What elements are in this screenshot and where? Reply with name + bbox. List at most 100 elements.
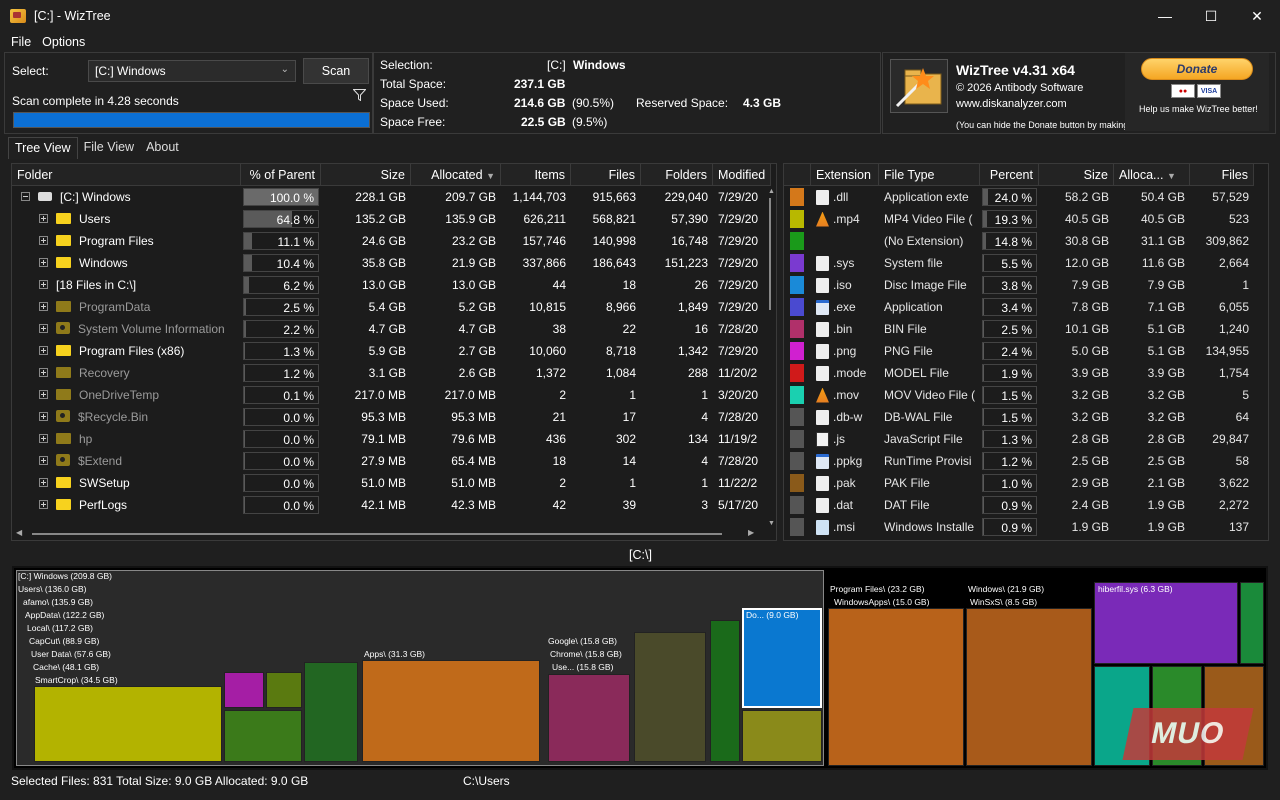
col-items[interactable]: Items [501,164,571,186]
filetype-row[interactable]: .db-w DB-WAL File 1.5 % 3.2 GB 3.2 GB 64 [784,406,1254,428]
menu-options[interactable]: Options [36,35,90,49]
tree-row[interactable]: ProgramData 2.5 % 5.4 GB 5.2 GB 10,815 8,966 1… [12,296,771,318]
drive-select-value: [C:] Windows [95,64,166,78]
tree-vscroll-thumb[interactable] [769,198,771,310]
scan-button[interactable]: Scan [303,58,369,84]
col-extension[interactable]: Extension [811,164,879,186]
tab-tree-view[interactable]: Tree View [8,137,78,159]
tree-row[interactable]: Program Files (x86) 1.3 % 5.9 GB 2.7 GB 10,0… [12,340,771,362]
percent-value: 1.3 % [283,345,314,359]
drive-select[interactable]: [C:] Windows ⌄ [88,60,296,82]
filetype-row[interactable]: .mode MODEL File 1.9 % 3.9 GB 3.9 GB 1,754 [784,362,1254,384]
menu-file[interactable]: File [5,35,36,49]
treemap-block-selected[interactable] [742,608,822,708]
filetype-row[interactable]: .mp4 MP4 Video File (19.3 % 40.5 GB 40.5 GB… [784,208,1254,230]
maximize-icon[interactable]: ☐ [1188,0,1234,32]
treemap-block-nofiles[interactable] [224,710,302,762]
tree-row[interactable]: [18 Files in C:\] 6.2 % 13.0 GB 13.0 GB 44 18… [12,274,771,296]
tree-row[interactable]: [C:] Windows 100.0 % 228.1 GB 209.7 GB 1,144… [12,186,771,208]
col-allocated[interactable]: Allocated ▼ [411,164,501,186]
collapse-icon[interactable] [21,192,30,201]
scroll-right-icon[interactable]: ▶ [748,528,754,537]
expand-icon[interactable] [39,236,48,245]
tree-row[interactable]: PerfLogs 0.0 % 42.1 MB 42.3 MB 42 39 3 5/17/20 [12,494,771,516]
col-folders[interactable]: Folders [641,164,713,186]
website-link[interactable]: www.diskanalyzer.com [956,98,1067,110]
tree-row[interactable]: Program Files 11.1 % 24.6 GB 23.2 GB 157,746… [12,230,771,252]
filetype-row[interactable]: .js JavaScript File 1.3 % 2.8 GB 2.8 GB 29,84… [784,428,1254,450]
filetype-row[interactable]: (No Extension) 14.8 % 30.8 GB 31.1 GB 309,86… [784,230,1254,252]
scroll-up-icon[interactable]: ▲ [768,188,775,195]
tree-vertical-scrollbar[interactable]: ▲ ▼ [764,186,776,530]
tree-hscroll-thumb[interactable] [32,533,722,535]
col-modified[interactable]: Modified [713,164,771,186]
expand-icon[interactable] [39,434,48,443]
tab-file-view[interactable]: File View [78,137,140,159]
filter-icon[interactable] [353,89,366,101]
expand-icon[interactable] [39,214,48,223]
treemap-block-hiberfil[interactable] [1094,582,1238,664]
tree-horizontal-scrollbar[interactable]: ◀ ▶ [12,528,776,540]
treemap-block-apps[interactable] [362,660,540,762]
col-file-type[interactable]: File Type [879,164,980,186]
tree-row[interactable]: $Recycle.Bin 0.0 % 95.3 MB 95.3 MB 21 17 4 7/28… [12,406,771,428]
col-size[interactable]: Size [321,164,411,186]
expand-icon[interactable] [39,412,48,421]
filetype-row[interactable]: .iso Disc Image File 3.8 % 7.9 GB 7.9 GB 1 [784,274,1254,296]
treemap-block-yellow2[interactable] [742,710,822,762]
expand-icon[interactable] [39,280,48,289]
expand-icon[interactable] [39,390,48,399]
expand-icon[interactable] [39,324,48,333]
expand-icon[interactable] [39,258,48,267]
tree-cell-folders: 1 [701,476,708,490]
expand-icon[interactable] [39,346,48,355]
treemap-block-green3[interactable] [1240,582,1264,664]
col-ft-allocated[interactable]: Alloca... ▼ [1114,164,1190,186]
tree-row[interactable]: Users 64.8 % 135.2 GB 135.9 GB 626,211 568,82… [12,208,771,230]
col-percent-of-parent[interactable]: % of Parent [241,164,321,186]
expand-icon[interactable] [39,500,48,509]
filetype-row[interactable]: .pak PAK File 1.0 % 2.9 GB 2.1 GB 3,622 [784,472,1254,494]
treemap[interactable]: [C:] Windows (209.8 GB) Users\ (136.0 GB… [12,566,1268,770]
col-percent[interactable]: Percent [980,164,1039,186]
tree-row[interactable]: SWSetup 0.0 % 51.0 MB 51.0 MB 2 1 1 11/22/2 [12,472,771,494]
tree-row[interactable]: $Extend 0.0 % 27.9 MB 65.4 MB 18 14 4 7/28/20 [12,450,771,472]
col-files[interactable]: Files [571,164,641,186]
scroll-left-icon[interactable]: ◀ [16,528,22,537]
scroll-down-icon[interactable]: ▼ [768,520,775,527]
filetype-row[interactable]: .dll Application exte 24.0 % 58.2 GB 50.4 GB… [784,186,1254,208]
treemap-block-mixed[interactable] [634,632,706,762]
tree-row[interactable]: Windows 10.4 % 35.8 GB 21.9 GB 337,866 186,64… [12,252,771,274]
treemap-block-windows[interactable] [966,608,1092,766]
minimize-icon[interactable]: — [1142,0,1188,32]
filetype-row[interactable]: .bin BIN File 2.5 % 10.1 GB 5.1 GB 1,240 [784,318,1254,340]
expand-icon[interactable] [39,478,48,487]
col-folder[interactable]: Folder [12,164,241,186]
filetype-row[interactable]: .png PNG File 2.4 % 5.0 GB 5.1 GB 134,955 [784,340,1254,362]
treemap-block-smartcrop[interactable] [34,686,222,762]
expand-icon[interactable] [39,456,48,465]
tree-row[interactable]: System Volume Information 2.2 % 4.7 GB 4.7 … [12,318,771,340]
tab-about[interactable]: About [140,137,185,159]
filetype-row[interactable]: .mov MOV Video File (1.5 % 3.2 GB 3.2 GB 5 [784,384,1254,406]
col-ft-size[interactable]: Size [1039,164,1114,186]
treemap-block-media[interactable] [266,672,302,708]
filetype-row[interactable]: .sys System file 5.5 % 12.0 GB 11.6 GB 2,664 [784,252,1254,274]
tree-row[interactable]: OneDriveTemp 0.1 % 217.0 MB 217.0 MB 2 1 1 3/20… [12,384,771,406]
tree-row[interactable]: Recovery 1.2 % 3.1 GB 2.6 GB 1,372 1,084 288 11… [12,362,771,384]
filetype-row[interactable]: .exe Application 3.4 % 7.8 GB 7.1 GB 6,055 [784,296,1254,318]
tree-row[interactable]: hp 0.0 % 79.1 MB 79.6 MB 436 302 134 11/19/2 [12,428,771,450]
treemap-block-green[interactable] [304,662,358,762]
filetype-row[interactable]: .ppkg RunTime Provisi 1.2 % 2.5 GB 2.5 GB 58 [784,450,1254,472]
close-icon[interactable]: ✕ [1234,0,1280,32]
filetype-row[interactable]: .msi Windows Installe 0.9 % 1.9 GB 1.9 GB 137 [784,516,1254,538]
expand-icon[interactable] [39,368,48,377]
treemap-block-png[interactable] [224,672,264,708]
donate-button[interactable]: Donate [1141,58,1253,80]
treemap-block-chrome[interactable] [548,674,630,762]
col-ft-files[interactable]: Files [1190,164,1254,186]
treemap-block-mixed2[interactable] [710,620,740,762]
expand-icon[interactable] [39,302,48,311]
filetype-row[interactable]: .dat DAT File 0.9 % 2.4 GB 1.9 GB 2,272 [784,494,1254,516]
treemap-block-programfiles[interactable] [828,608,964,766]
